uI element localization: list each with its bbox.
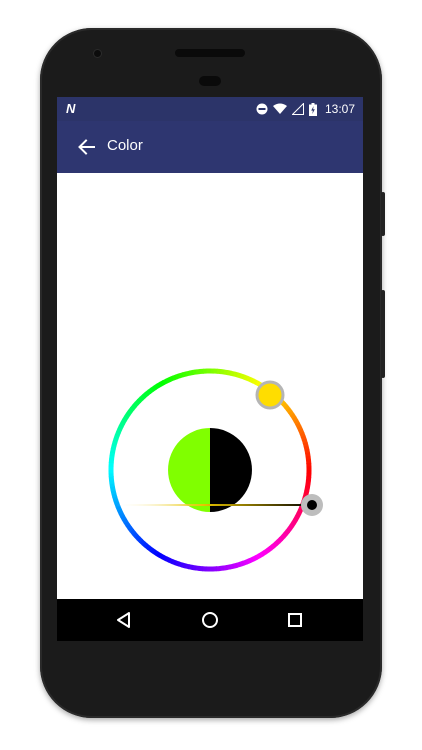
nav-recents-icon[interactable] [285,610,305,630]
power-button [381,192,385,236]
brightness-slider-thumb[interactable] [307,500,317,510]
clock: 13:07 [324,102,355,116]
earpiece-speaker [175,49,245,57]
color-picker-canvas [108,368,323,572]
status-icons: 13:07 [256,100,355,118]
phone-chin [57,641,363,681]
page-title: Color [107,137,143,154]
screen: N 13:07 Color [57,97,363,599]
status-bar: N 13:07 [57,97,363,121]
navigation-bar [57,599,363,641]
battery-charging-icon [308,102,317,116]
new-color-half [168,428,210,512]
hue-handle[interactable] [255,380,285,410]
wifi-icon [272,103,287,114]
arrow-left-icon[interactable] [75,136,97,158]
signal-icon [291,103,304,115]
front-camera [94,50,101,57]
selected-color-half [210,428,252,512]
proximity-sensor [199,76,221,86]
volume-button [381,290,385,378]
app-bar: Color [57,121,363,173]
nav-home-icon[interactable] [200,610,220,630]
notification-icon: N [66,101,76,116]
nav-back-icon[interactable] [114,610,134,630]
color-picker [57,173,363,599]
dnd-icon [256,103,268,115]
brightness-slider-track[interactable] [115,504,313,506]
